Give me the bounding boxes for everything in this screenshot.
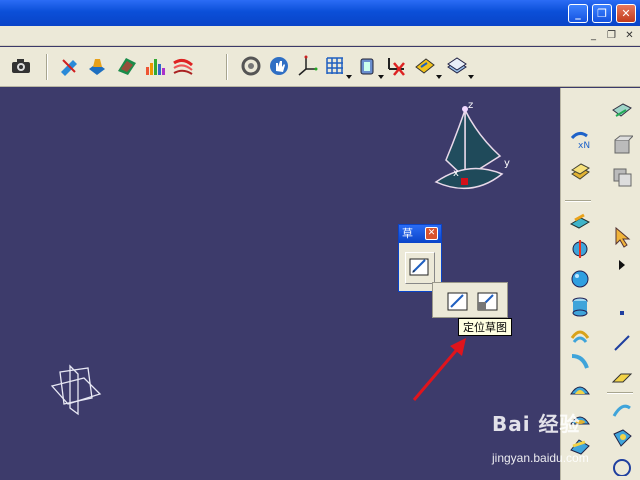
sketch-button[interactable] bbox=[405, 252, 435, 284]
expand-arrow-icon[interactable] bbox=[611, 254, 633, 276]
hand-pan-icon[interactable] bbox=[268, 55, 290, 77]
compass-x-label: x bbox=[453, 168, 459, 179]
positioned-sketch-tooltip: 定位草图 bbox=[458, 318, 512, 336]
compass-icon[interactable]: z x y bbox=[428, 96, 520, 204]
doc-close-button[interactable]: ✕ bbox=[622, 29, 637, 43]
dropdown-arrow-icon[interactable] bbox=[436, 75, 442, 79]
sphere-icon[interactable] bbox=[569, 268, 591, 290]
compass-sketch-icon[interactable] bbox=[86, 55, 108, 77]
axis-planes-icon bbox=[50, 364, 102, 416]
part-icon[interactable] bbox=[569, 160, 591, 182]
sketch-icon bbox=[409, 258, 429, 276]
sketch-icon bbox=[447, 292, 468, 311]
dropdown-arrow-icon[interactable] bbox=[378, 75, 384, 79]
doc-restore-button[interactable]: ❐ bbox=[604, 29, 619, 43]
pad-icon[interactable] bbox=[569, 210, 591, 232]
sketch-popout-toolbar bbox=[432, 282, 508, 318]
line-icon[interactable] bbox=[611, 332, 633, 354]
doc-minimize-button[interactable]: _ bbox=[586, 29, 601, 43]
compass-z-label: z bbox=[468, 100, 473, 111]
sketch-toolbar-title-text: 草 bbox=[402, 227, 413, 240]
snap-icon[interactable] bbox=[356, 55, 384, 79]
watermark-logo: Bai 经验 bbox=[492, 412, 581, 436]
positioned-sketch-button[interactable] bbox=[475, 288, 501, 314]
constraint-icon[interactable] bbox=[386, 55, 408, 77]
analysis-histogram-icon[interactable] bbox=[144, 55, 166, 77]
grid-icon[interactable] bbox=[324, 55, 352, 79]
select-arrow-icon[interactable] bbox=[611, 226, 633, 248]
axis-icon[interactable] bbox=[296, 55, 318, 77]
revolve-icon[interactable] bbox=[569, 324, 591, 346]
cube-icon[interactable] bbox=[611, 134, 635, 156]
menu-bar: _ ❐ ✕ bbox=[0, 26, 640, 46]
toolbar-separator bbox=[607, 392, 633, 394]
curvature-icon[interactable] bbox=[172, 55, 194, 77]
sweep-icon[interactable] bbox=[569, 350, 591, 372]
window-titlebar: _ ❐ ✕ bbox=[0, 0, 640, 26]
toolbar-separator bbox=[46, 54, 48, 80]
positioned-sketch-icon bbox=[477, 292, 498, 311]
close-button[interactable]: ✕ bbox=[616, 4, 636, 23]
minimize-button[interactable]: _ bbox=[568, 4, 588, 23]
surface-icon[interactable] bbox=[116, 55, 138, 77]
shaft-icon[interactable] bbox=[569, 238, 591, 260]
layer-icon[interactable] bbox=[446, 55, 474, 79]
top-toolbar bbox=[0, 47, 640, 87]
toolbar-separator bbox=[565, 200, 591, 202]
boolean-icon[interactable] bbox=[611, 166, 633, 188]
sketch-toolbar-close-button[interactable]: ✕ bbox=[425, 227, 438, 240]
compass-y-label: y bbox=[504, 158, 510, 169]
plane-icon[interactable] bbox=[611, 366, 633, 388]
camera-icon[interactable] bbox=[10, 55, 32, 77]
groove-icon[interactable] bbox=[611, 426, 633, 448]
dropdown-arrow-icon[interactable] bbox=[468, 75, 474, 79]
watermark-url: jingyan.baidu.com bbox=[492, 451, 589, 465]
point-icon[interactable] bbox=[611, 302, 633, 324]
cut-view-icon[interactable] bbox=[58, 55, 80, 77]
sketch-popout-button[interactable] bbox=[445, 288, 471, 314]
rotate-icon[interactable] bbox=[240, 55, 262, 77]
sketch-plane-icon[interactable] bbox=[611, 100, 633, 122]
hole-icon[interactable] bbox=[611, 398, 633, 420]
circle-icon[interactable] bbox=[611, 454, 633, 477]
sketch-toolbar-title[interactable]: 草 ✕ bbox=[399, 225, 441, 243]
view-icon[interactable] bbox=[414, 55, 442, 79]
orient-icon[interactable]: xN bbox=[569, 128, 591, 151]
loft-icon[interactable] bbox=[569, 378, 591, 400]
maximize-button[interactable]: ❐ bbox=[592, 4, 612, 23]
svg-text:xN: xN bbox=[578, 141, 590, 150]
dropdown-arrow-icon[interactable] bbox=[346, 75, 352, 79]
red-arrow-icon bbox=[412, 338, 466, 401]
toolbar-separator bbox=[226, 54, 228, 80]
cylinder-icon[interactable] bbox=[569, 296, 591, 318]
